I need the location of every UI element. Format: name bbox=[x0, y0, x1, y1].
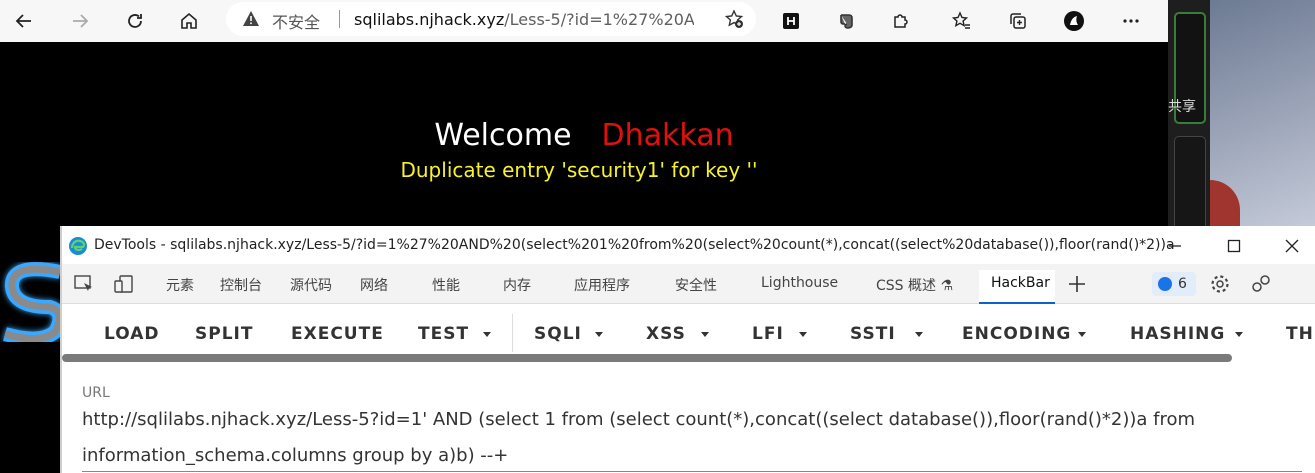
url-section: URL http://sqlilabs.njhack.xyz/Less-5?id… bbox=[62, 376, 1315, 473]
refresh-button[interactable] bbox=[119, 5, 151, 37]
encoding-menu[interactable]: ENCODING bbox=[962, 324, 1071, 344]
flask-icon: ⚗ bbox=[940, 278, 954, 294]
refresh-icon bbox=[128, 14, 142, 28]
sqli-chevron-down-icon[interactable] bbox=[595, 332, 603, 337]
issues-count: 6 bbox=[1178, 276, 1187, 292]
collections-icon bbox=[1010, 13, 1026, 29]
xss-chevron-down-icon[interactable] bbox=[701, 332, 709, 337]
devtools-window-title: DevTools - sqlilabs.njhack.xyz/Less-5/?i… bbox=[94, 237, 1174, 253]
address-path: /Less-5/?id=1%27%20A... bbox=[504, 10, 694, 29]
hackbar-menu: LOAD SPLIT EXECUTE TEST SQLI XSS LFI SST… bbox=[62, 304, 1315, 360]
address-url[interactable]: sqlilabs.njhack.xyz/Less-5/?id=1%27%20A.… bbox=[354, 10, 694, 29]
home-icon bbox=[181, 12, 197, 29]
arrow-right-icon bbox=[73, 14, 89, 28]
share-label[interactable]: 共享 bbox=[1168, 96, 1196, 116]
forward-button[interactable] bbox=[64, 5, 96, 37]
tab-lighthouse[interactable]: Lighthouse bbox=[761, 275, 838, 291]
sql-error-message: Duplicate entry 'security1' for key '' bbox=[400, 158, 758, 182]
lfi-menu[interactable]: LFI bbox=[752, 324, 784, 344]
profile-button[interactable] bbox=[1058, 5, 1090, 37]
hackbar-scrollbar[interactable] bbox=[62, 354, 1232, 362]
user-name: Dhakkan bbox=[601, 118, 734, 153]
lfi-chevron-down-icon[interactable] bbox=[799, 332, 807, 337]
close-icon bbox=[1285, 239, 1299, 253]
add-tab-icon[interactable] bbox=[1066, 273, 1088, 295]
test-menu[interactable]: TEST bbox=[418, 324, 469, 344]
url-input-underline bbox=[82, 471, 1302, 472]
hashing-menu[interactable]: HASHING bbox=[1130, 324, 1225, 344]
tab-application[interactable]: 应用程序 bbox=[574, 275, 630, 295]
maximize-button[interactable] bbox=[1222, 234, 1246, 258]
welcome-text: Welcome bbox=[434, 118, 572, 153]
elephant-icon bbox=[840, 14, 853, 29]
encoding-chevron-down-icon[interactable] bbox=[1078, 332, 1086, 337]
welcome-heading: Welcome Dhakkan bbox=[0, 118, 1168, 153]
url-label: URL bbox=[82, 385, 110, 401]
address-bar[interactable]: 不安全 sqlilabs.njhack.xyz/Less-5/?id=1%27%… bbox=[226, 2, 756, 36]
sqli-menu[interactable]: SQLI bbox=[534, 324, 582, 344]
message-icon bbox=[1158, 277, 1172, 291]
close-button[interactable] bbox=[1280, 234, 1304, 258]
evernote-extension-button[interactable] bbox=[830, 5, 862, 37]
tab-sources[interactable]: 源代码 bbox=[290, 275, 332, 295]
avatar bbox=[1064, 11, 1084, 31]
security-status[interactable]: 不安全 bbox=[272, 9, 320, 33]
test-chevron-down-icon[interactable] bbox=[483, 332, 491, 337]
tab-elements[interactable]: 元素 bbox=[166, 275, 194, 295]
tab-performance[interactable]: 性能 bbox=[432, 275, 460, 295]
gear-icon[interactable] bbox=[1209, 273, 1231, 295]
more-dots-icon bbox=[1123, 19, 1139, 23]
add-favorite-icon[interactable] bbox=[724, 9, 744, 29]
load-button[interactable]: LOAD bbox=[104, 324, 160, 344]
tab-console[interactable]: 控制台 bbox=[220, 275, 262, 295]
address-host: sqlilabs.njhack.xyz bbox=[354, 10, 505, 29]
maximize-icon bbox=[1227, 239, 1241, 253]
inspect-element-icon[interactable] bbox=[73, 273, 95, 295]
devtools-title-bar: DevTools - sqlilabs.njhack.xyz/Less-5/?i… bbox=[62, 226, 1315, 264]
favorites-star-icon bbox=[952, 11, 970, 29]
customize-icon[interactable] bbox=[1250, 273, 1272, 295]
arrow-left-icon bbox=[15, 14, 31, 28]
home-button[interactable] bbox=[173, 5, 205, 37]
tab-network[interactable]: 网络 bbox=[360, 275, 388, 295]
minimize-icon bbox=[1169, 245, 1181, 247]
minimize-button[interactable] bbox=[1163, 234, 1187, 258]
device-emulation-icon[interactable] bbox=[113, 273, 135, 295]
browser-toolbar: 不安全 sqlilabs.njhack.xyz/Less-5/?id=1%27%… bbox=[0, 0, 1168, 42]
warning-icon bbox=[243, 11, 259, 26]
ssti-chevron-down-icon[interactable] bbox=[915, 332, 923, 337]
favorites-button[interactable] bbox=[946, 5, 978, 37]
theme-menu[interactable]: TH bbox=[1286, 324, 1314, 344]
ssti-menu[interactable]: SSTI bbox=[850, 324, 896, 344]
back-button[interactable] bbox=[8, 5, 40, 37]
hashing-chevron-down-icon[interactable] bbox=[1235, 332, 1243, 337]
hackbar-extension-button[interactable] bbox=[775, 5, 807, 37]
address-separator bbox=[339, 10, 340, 28]
h-logo-icon bbox=[783, 13, 799, 29]
edge-logo-icon bbox=[69, 237, 87, 255]
tab-css-overview-label: CSS 概述 bbox=[876, 278, 936, 294]
puzzle-icon bbox=[894, 14, 908, 28]
tab-hackbar[interactable]: HackBar bbox=[991, 275, 1050, 291]
tab-security[interactable]: 安全性 bbox=[675, 275, 717, 295]
devtools-window: DevTools - sqlilabs.njhack.xyz/Less-5/?i… bbox=[60, 226, 1315, 473]
menu-divider bbox=[512, 314, 513, 352]
xss-menu[interactable]: XSS bbox=[646, 324, 686, 344]
background-panel-bottom bbox=[1174, 136, 1206, 232]
tab-css-overview[interactable]: CSS 概述 ⚗ bbox=[876, 275, 953, 295]
collections-button[interactable] bbox=[1002, 5, 1034, 37]
split-button[interactable]: SPLIT bbox=[195, 324, 253, 344]
devtools-tab-bar: 元素 控制台 源代码 网络 性能 内存 应用程序 安全性 Lighthouse … bbox=[62, 264, 1315, 304]
extensions-button[interactable] bbox=[885, 5, 917, 37]
issues-badge[interactable]: 6 bbox=[1152, 272, 1196, 296]
url-input[interactable]: http://sqlilabs.njhack.xyz/Less-5?id=1' … bbox=[82, 402, 1202, 473]
execute-button[interactable]: EXECUTE bbox=[291, 324, 384, 344]
tab-memory[interactable]: 内存 bbox=[503, 275, 531, 295]
more-menu-button[interactable] bbox=[1115, 5, 1147, 37]
